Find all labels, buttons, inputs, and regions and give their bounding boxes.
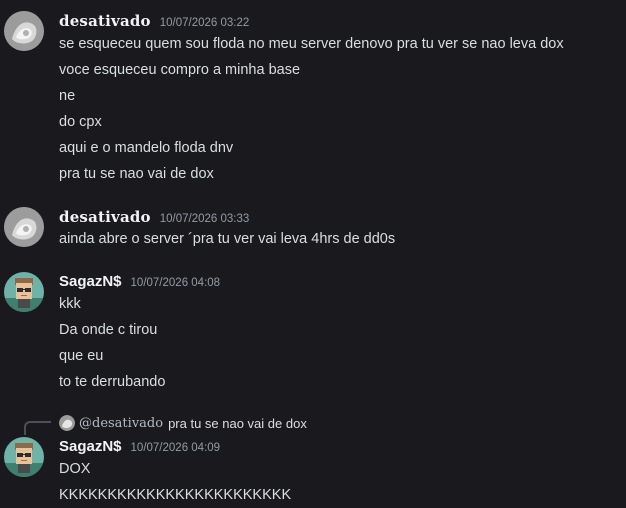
message-header: desativado 10/07/2026 03:33: [59, 208, 249, 226]
message-text: ne: [59, 88, 76, 104]
message-text: pra tu se nao vai de dox: [59, 166, 214, 182]
reply-connector: [24, 421, 51, 435]
message-text: KKKKKKKKKKKKKKKKKKKKKKKK: [59, 487, 292, 503]
message-text: do cpx: [59, 114, 102, 130]
user-avatar[interactable]: [4, 437, 44, 477]
message-text: aqui e o mandelo floda dnv: [59, 140, 234, 156]
message-text: DOX: [59, 461, 91, 477]
username[interactable]: SagazN$: [59, 273, 122, 290]
user-avatar[interactable]: [4, 272, 44, 312]
reply-username[interactable]: @desativado: [79, 416, 163, 431]
pixel-art-avatar-icon: [4, 437, 44, 477]
message-text: ainda abre o server ´pra tu ver vai leva…: [59, 231, 396, 247]
message-header: SagazN$ 10/07/2026 04:08: [59, 273, 220, 291]
timestamp[interactable]: 10/07/2026 04:08: [131, 277, 221, 289]
username[interactable]: desativado: [59, 208, 151, 226]
default-gray-avatar-icon: [4, 11, 44, 51]
username[interactable]: desativado: [59, 12, 151, 30]
timestamp[interactable]: 10/07/2026 03:22: [160, 17, 250, 29]
message-text: se esqueceu quem sou floda no meu server…: [59, 36, 564, 52]
message-text: que eu: [59, 348, 104, 364]
message-text: kkk: [59, 296, 81, 312]
reply-avatar-icon: [59, 415, 75, 431]
user-avatar[interactable]: [4, 11, 44, 51]
pixel-art-avatar-icon: [4, 272, 44, 312]
default-gray-avatar-icon: [4, 207, 44, 247]
reply-preview[interactable]: @desativado pra tu se nao vai de dox: [59, 414, 307, 432]
message-header: desativado 10/07/2026 03:22: [59, 12, 249, 30]
message-text: Da onde c tirou: [59, 322, 158, 338]
user-avatar[interactable]: [4, 207, 44, 247]
timestamp[interactable]: 10/07/2026 04:09: [131, 442, 221, 454]
username[interactable]: SagazN$: [59, 438, 122, 455]
reply-text[interactable]: pra tu se nao vai de dox: [168, 416, 307, 431]
timestamp[interactable]: 10/07/2026 03:33: [160, 213, 250, 225]
message-header: SagazN$ 10/07/2026 04:09: [59, 438, 220, 456]
message-text: to te derrubando: [59, 374, 166, 390]
message-text: voce esqueceu compro a minha base: [59, 62, 301, 78]
